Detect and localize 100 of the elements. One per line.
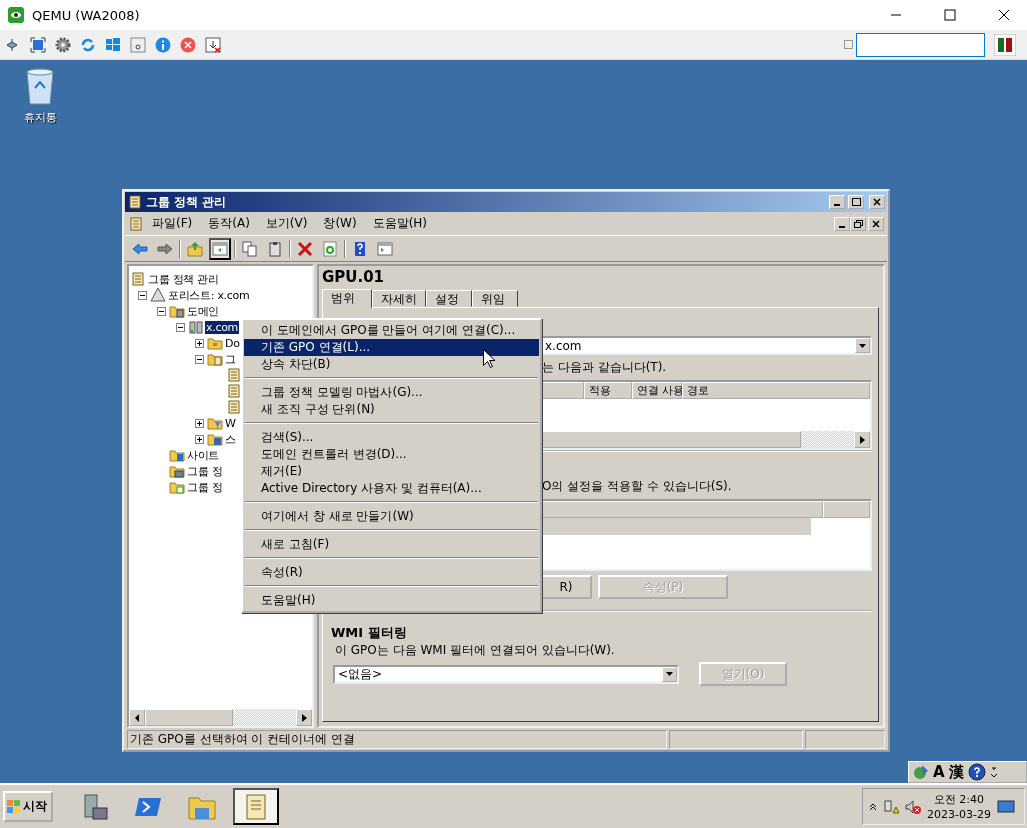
expand-toggle[interactable] [176,322,185,332]
minimize-button[interactable] [829,195,845,209]
close-icon [872,219,880,228]
tree-item[interactable]: Do [224,336,241,350]
column-header[interactable]: 연결 사용 [632,382,682,399]
menu-item[interactable]: 새 조직 구성 단위(N) [244,401,539,418]
text-field[interactable] [856,32,985,57]
tab[interactable]: 설정 [426,290,472,307]
menu-item[interactable]: 그룹 정책 모델링 마법사(G)... [244,384,539,401]
menu-item[interactable]: 보기(V) [257,215,316,232]
menu-item[interactable]: 파일(F) [144,215,201,232]
color-icon[interactable] [994,33,1016,56]
keyboard-icon[interactable] [130,36,146,53]
expand-toggle[interactable] [157,306,166,316]
folder-icon [207,335,223,351]
close-icon [873,198,881,206]
clipboard-icon[interactable] [267,240,283,257]
expand-toggle[interactable] [138,290,147,300]
left-arrow-icon[interactable] [134,713,140,722]
fullscreen-icon[interactable] [30,36,46,53]
column-header[interactable]: 적용 [584,382,632,399]
show-desktop-icon[interactable] [996,798,1015,815]
tree-item[interactable]: 그룹 정책 관리 [147,271,220,287]
maximize-icon[interactable] [944,9,956,21]
restore-button[interactable] [850,216,866,231]
cursor-icon [483,349,495,368]
tree-item[interactable]: 도메인 [186,303,221,319]
clock-date: 2023-03-29 [927,806,991,822]
menu-item[interactable]: 새로 고침(F) [244,536,539,553]
maximize-icon [851,198,861,206]
caption: O의 설정을 적용할 수 있습니다(S). [542,478,733,495]
scrollbar[interactable] [129,709,312,726]
column-header[interactable]: 경로 [682,382,870,399]
tree-item[interactable]: 스 [224,431,237,447]
expand-toggle[interactable] [195,434,204,444]
delete-icon[interactable] [297,240,313,257]
menu-item[interactable]: 검색(S)... [244,429,539,446]
dropdown-arrow-icon[interactable] [859,343,866,348]
minimize-icon [834,204,840,206]
recycle-bin-icon[interactable] [23,66,57,106]
taskbar-button[interactable] [233,788,279,825]
folder-icon [207,431,223,447]
tree-item[interactable]: 사이트 [186,447,221,463]
wmi-filter-dropdown[interactable]: <없음> [333,664,679,684]
menu-item[interactable]: 기존 GPO 연결(L)... [244,339,539,356]
download-icon[interactable] [205,36,221,53]
expand-toggle[interactable] [195,418,204,428]
expand-toggle[interactable] [195,338,204,348]
menu-item[interactable]: 도메인 컨트롤러 변경(D)... [244,446,539,463]
expand-toggle[interactable] [195,354,204,364]
settings-icon[interactable] [55,36,71,53]
location-dropdown[interactable]: x.com [540,336,872,355]
server-icon [188,319,204,335]
windows-icon [7,799,21,814]
menu-item[interactable]: 이 도메인에서 GPO를 만들어 여기에 연결(C)... [244,322,539,339]
section-heading: WMI 필터링 [331,624,408,642]
tab[interactable]: 위임 [472,290,518,307]
close-button[interactable] [869,195,885,209]
tree-item[interactable]: 그룹 정 [186,463,224,479]
start-button[interactable]: 시작 [3,791,53,822]
close-button[interactable] [868,216,884,231]
tree-item[interactable]: 그 [224,351,237,367]
speaker-muted-icon[interactable] [905,798,921,815]
checkbox[interactable] [844,40,853,49]
dropdown-arrow-icon[interactable] [666,672,673,676]
network-icon[interactable] [883,798,899,815]
menu-item[interactable]: 속성(R) [244,564,539,581]
right-arrow-icon[interactable] [301,713,307,722]
tree-item[interactable]: 포리스트: x.com [167,287,251,303]
menu-item[interactable]: 동작(A) [200,215,258,232]
refresh-icon[interactable] [322,240,338,257]
tab[interactable]: 범위 [322,289,372,308]
tree-item[interactable]: W [224,416,237,430]
info-icon[interactable] [155,36,171,53]
forward-icon[interactable] [157,240,173,257]
window-icon[interactable] [377,240,393,257]
tree-item[interactable]: x.com [205,320,239,334]
maximize-button[interactable] [848,195,864,209]
menu-item[interactable]: 도움말(H) [244,592,539,609]
copy-icon[interactable] [242,240,258,257]
help-icon[interactable] [352,240,368,257]
folder-icon [207,351,223,367]
menu-item[interactable]: Active Directory 사용자 및 컴퓨터(A)... [244,480,539,497]
right-arrow-icon[interactable] [859,435,865,444]
remove-button[interactable]: R) [540,575,592,599]
tab[interactable]: 자세히 [372,290,426,307]
close-icon[interactable] [998,9,1010,21]
menu-item[interactable]: 창(W) [315,215,365,232]
tree-item[interactable]: 그룹 정 [186,479,224,495]
minimize-button[interactable] [834,216,850,231]
menu-item[interactable]: 여기에서 창 새로 만들기(W) [244,508,539,525]
menu-item[interactable]: 도움말(H) [364,215,436,232]
menu-item[interactable]: 상속 차단(B) [244,356,539,373]
menu-item[interactable]: 제거(E) [244,463,539,480]
caption: 는 다음과 같습니다(T). [542,359,668,376]
chevron-up-icon[interactable] [869,802,877,811]
refresh-icon[interactable] [80,36,96,53]
scroll-icon [128,215,144,232]
back-icon[interactable] [132,240,148,257]
windows-icon[interactable] [105,36,121,53]
